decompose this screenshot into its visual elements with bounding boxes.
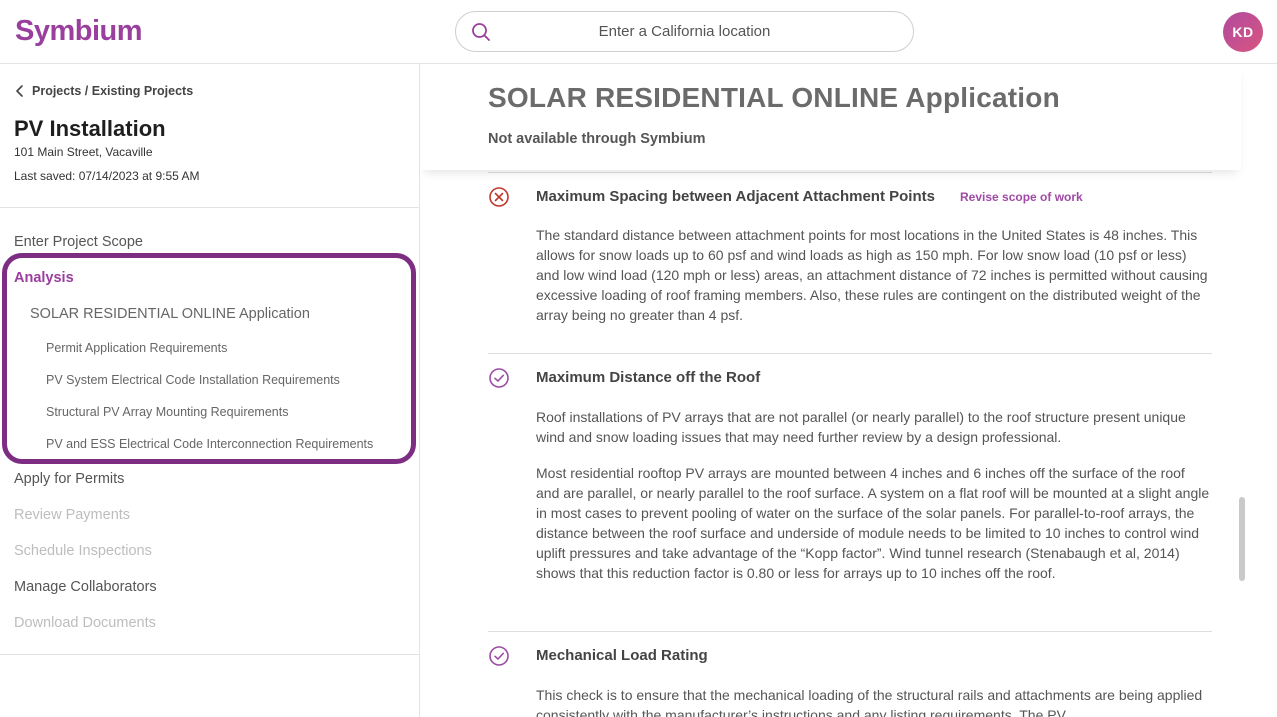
revise-scope-link[interactable]: Revise scope of work bbox=[960, 190, 1083, 204]
main-content: SOLAR RESIDENTIAL ONLINE Application Not… bbox=[421, 64, 1277, 717]
breadcrumb[interactable]: Projects / Existing Projects bbox=[14, 84, 193, 98]
scrollbar-thumb[interactable] bbox=[1239, 497, 1245, 581]
search-input[interactable] bbox=[496, 12, 873, 51]
chevron-left-icon[interactable] bbox=[14, 84, 26, 98]
nav-download-documents: Download Documents bbox=[14, 615, 156, 631]
last-saved: Last saved: 07/14/2023 at 9:55 AM bbox=[14, 169, 200, 183]
page-title: SOLAR RESIDENTIAL ONLINE Application bbox=[488, 82, 1060, 113]
check-item-attachment-spacing: Maximum Spacing between Adjacent Attachm… bbox=[488, 186, 1212, 336]
user-avatar[interactable]: KD bbox=[1223, 12, 1263, 52]
check-title: Mechanical Load Rating bbox=[536, 647, 708, 664]
application-header: SOLAR RESIDENTIAL ONLINE Application Not… bbox=[421, 64, 1241, 170]
nav-apply-for-permits[interactable]: Apply for Permits bbox=[14, 471, 124, 487]
check-description: The standard distance between attachment… bbox=[536, 227, 1208, 323]
sidebar-divider-bottom bbox=[0, 654, 420, 655]
nav-schedule-inspections: Schedule Inspections bbox=[14, 543, 152, 559]
check-description: This check is to ensure that the mechani… bbox=[536, 687, 1203, 717]
pass-check-circle-icon bbox=[489, 646, 509, 666]
location-search[interactable] bbox=[455, 11, 914, 52]
nav-permit-application-requirements[interactable]: Permit Application Requirements bbox=[46, 341, 227, 355]
check-item-mechanical-load: Mechanical Load Rating This check is to … bbox=[488, 645, 1212, 717]
nav-pv-electrical-installation[interactable]: PV System Electrical Code Installation R… bbox=[46, 373, 340, 387]
check-title: Maximum Distance off the Roof bbox=[536, 369, 761, 386]
sidebar: Projects / Existing Projects PV Installa… bbox=[0, 64, 420, 717]
nav-review-payments: Review Payments bbox=[14, 507, 131, 523]
search-icon[interactable] bbox=[470, 21, 492, 43]
breadcrumb-label[interactable]: Projects / Existing Projects bbox=[32, 84, 193, 98]
check-divider bbox=[488, 353, 1212, 354]
check-item-distance-off-roof: Maximum Distance off the Roof Roof insta… bbox=[488, 367, 1212, 607]
check-divider bbox=[488, 631, 1212, 632]
nav-analysis[interactable]: Analysis bbox=[14, 270, 74, 286]
check-description: Most residential rooftop PV arrays are m… bbox=[536, 465, 1210, 581]
check-divider bbox=[488, 172, 1212, 173]
check-description: Roof installations of PV arrays that are… bbox=[536, 409, 1186, 445]
pass-check-circle-icon bbox=[489, 368, 509, 388]
nav-manage-collaborators[interactable]: Manage Collaborators bbox=[14, 579, 157, 595]
sidebar-divider bbox=[0, 207, 420, 208]
nav-ess-interconnection[interactable]: PV and ESS Electrical Code Interconnecti… bbox=[46, 437, 373, 451]
availability-status: Not available through Symbium bbox=[488, 131, 706, 147]
fail-x-circle-icon bbox=[489, 187, 509, 207]
nav-enter-project-scope[interactable]: Enter Project Scope bbox=[14, 234, 143, 250]
top-bar: Symbium KD bbox=[0, 0, 1277, 64]
symbium-logo[interactable]: Symbium bbox=[15, 15, 143, 48]
project-address: 101 Main Street, Vacaville bbox=[14, 145, 153, 159]
nav-structural-mounting[interactable]: Structural PV Array Mounting Requirement… bbox=[46, 405, 288, 419]
project-title: PV Installation bbox=[14, 116, 166, 141]
check-title: Maximum Spacing between Adjacent Attachm… bbox=[536, 188, 935, 205]
nav-solar-application[interactable]: SOLAR RESIDENTIAL ONLINE Application bbox=[30, 306, 310, 322]
